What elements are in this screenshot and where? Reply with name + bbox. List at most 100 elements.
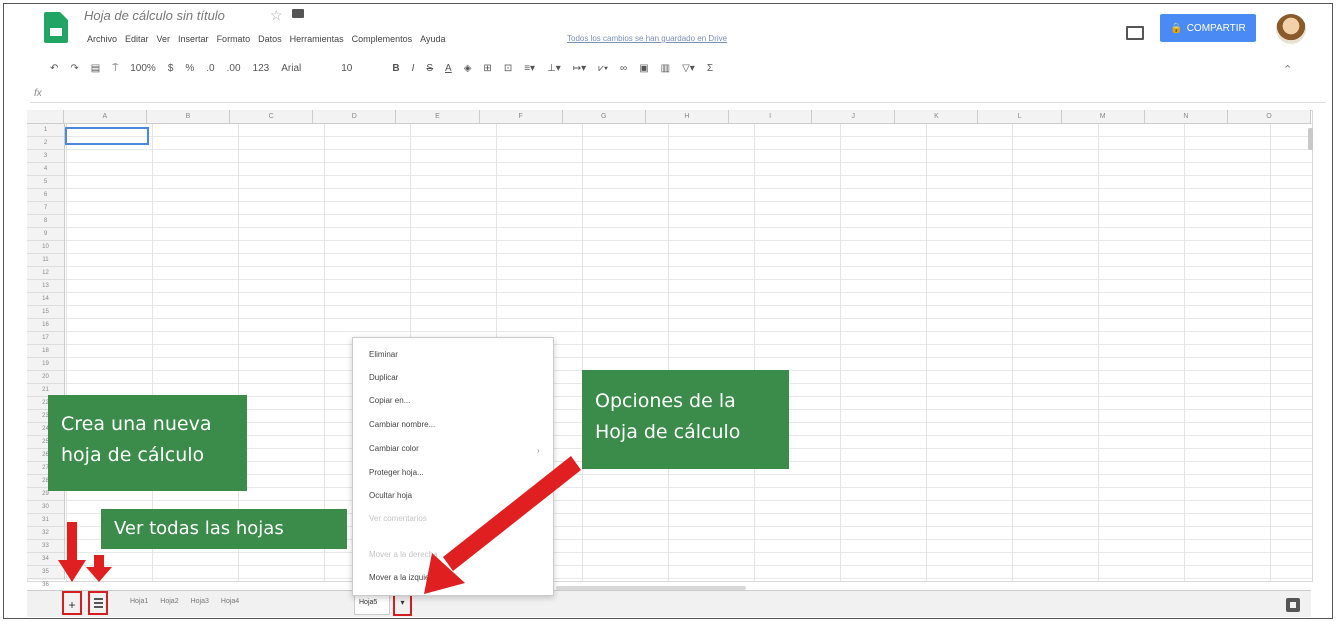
column-header-cell[interactable]: N [1145, 110, 1228, 123]
row-header-cell[interactable]: 31 [27, 514, 64, 527]
menu-item-cambiar-color[interactable]: Cambiar color [369, 444, 419, 453]
merge-cells-icon[interactable]: ⊡ [504, 63, 512, 74]
rotate-icon[interactable]: ⩗▾ [598, 63, 608, 74]
wrap-icon[interactable]: ↦▾ [573, 63, 586, 74]
menu-item-cambiar-nombre[interactable]: Cambiar nombre... [369, 420, 435, 429]
select-all-corner[interactable] [27, 110, 64, 123]
strikethrough-button[interactable]: S [426, 63, 433, 74]
column-header-cell[interactable]: M [1062, 110, 1145, 123]
comments-icon[interactable] [1126, 26, 1144, 40]
column-header-cell[interactable]: C [230, 110, 314, 123]
add-sheet-button[interactable]: + [62, 591, 82, 615]
row-header-cell[interactable]: 9 [27, 228, 64, 241]
column-header-cell[interactable]: J [812, 110, 896, 123]
menu-editar[interactable]: Editar [125, 34, 149, 44]
menu-item-ocultar-hoja[interactable]: Ocultar hoja [369, 491, 412, 500]
row-header-cell[interactable]: 8 [27, 215, 64, 228]
percent-format-button[interactable]: % [185, 63, 194, 74]
document-title[interactable]: Hoja de cálculo sin título [84, 8, 225, 23]
sheet-tab[interactable]: Hoja1 [128, 598, 150, 605]
menu-herramientas[interactable]: Herramientas [290, 34, 344, 44]
row-header-cell[interactable]: 12 [27, 267, 64, 280]
row-header-cell[interactable]: 16 [27, 319, 64, 332]
row-header-cell[interactable]: 30 [27, 501, 64, 514]
column-header-cell[interactable]: E [396, 110, 480, 123]
currency-format-button[interactable]: $ [168, 63, 174, 74]
explore-icon[interactable] [1286, 598, 1300, 612]
row-header-cell[interactable]: 17 [27, 332, 64, 345]
menu-item-copiar-en[interactable]: Copiar en... [369, 396, 410, 405]
chart-icon[interactable]: ▥ [661, 63, 670, 74]
comment-icon[interactable]: ▣ [639, 63, 648, 74]
menu-item-mover-izquierda[interactable]: Mover a la izquierda [369, 573, 441, 582]
row-header-cell[interactable]: 32 [27, 527, 64, 540]
number-format-select[interactable]: 123 [253, 63, 270, 74]
column-header-cell[interactable]: H [646, 110, 730, 123]
font-size-select[interactable]: 10 [341, 63, 352, 74]
row-header-cell[interactable]: 35 [27, 566, 64, 579]
row-header-cell[interactable]: 18 [27, 345, 64, 358]
share-button[interactable]: 🔒 COMPARTIR [1160, 14, 1256, 42]
font-select[interactable]: Arial [281, 63, 301, 74]
row-header-cell[interactable]: 6 [27, 189, 64, 202]
row-header-cell[interactable]: 13 [27, 280, 64, 293]
bold-button[interactable]: B [392, 63, 399, 74]
row-header-cell[interactable]: 5 [27, 176, 64, 189]
column-header-cell[interactable]: A [64, 110, 147, 123]
link-icon[interactable]: ∞ [620, 63, 627, 74]
filter-icon[interactable]: ▽▾ [682, 63, 695, 74]
menu-datos[interactable]: Datos [258, 34, 282, 44]
column-header-cell[interactable]: G [563, 110, 646, 123]
menu-item-proteger-hoja[interactable]: Proteger hoja... [369, 468, 424, 477]
decrease-decimals-button[interactable]: .0 [206, 63, 214, 74]
borders-icon[interactable]: ⊞ [483, 63, 491, 74]
column-header-cell[interactable]: I [729, 110, 813, 123]
column-header-cell[interactable]: O [1228, 110, 1312, 123]
sheet-tab[interactable]: Hoja4 [219, 598, 241, 605]
selected-cell[interactable] [65, 127, 149, 145]
row-header-cell[interactable]: 15 [27, 306, 64, 319]
halign-icon[interactable]: ≡▾ [524, 63, 535, 74]
column-header-cell[interactable]: F [480, 110, 563, 123]
row-header-cell[interactable]: 33 [27, 540, 64, 553]
column-header-cell[interactable]: K [895, 110, 979, 123]
row-header-cell[interactable]: 19 [27, 358, 64, 371]
formula-bar[interactable] [30, 102, 1326, 103]
increase-decimals-button[interactable]: .00 [227, 63, 241, 74]
row-header-cell[interactable]: 10 [27, 241, 64, 254]
row-header-cell[interactable]: 4 [27, 163, 64, 176]
row-header-cell[interactable]: 20 [27, 371, 64, 384]
fill-color-icon[interactable]: ◈ [464, 63, 472, 74]
menu-item-duplicar[interactable]: Duplicar [369, 373, 398, 382]
column-header-cell[interactable]: B [147, 110, 231, 123]
valign-icon[interactable]: ⊥▾ [547, 63, 561, 74]
undo-icon[interactable]: ↶ [50, 63, 58, 74]
row-header-cell[interactable]: 1 [27, 124, 64, 137]
functions-icon[interactable]: Σ [707, 63, 713, 74]
sheet-tab[interactable]: Hoja2 [158, 598, 180, 605]
text-color-button[interactable]: A [445, 63, 452, 74]
sheet-tab[interactable]: Hoja3 [189, 598, 211, 605]
menu-formato[interactable]: Formato [217, 34, 251, 44]
avatar[interactable] [1276, 14, 1306, 44]
sheets-logo-icon[interactable] [44, 12, 68, 43]
menu-archivo[interactable]: Archivo [87, 34, 117, 44]
row-header-cell[interactable]: 7 [27, 202, 64, 215]
star-icon[interactable]: ☆ [270, 7, 283, 24]
row-header-cell[interactable]: 3 [27, 150, 64, 163]
menu-insertar[interactable]: Insertar [178, 34, 209, 44]
column-header-cell[interactable]: D [313, 110, 397, 123]
italic-button[interactable]: I [412, 63, 415, 74]
menu-ver[interactable]: Ver [157, 34, 171, 44]
column-header-cell[interactable]: L [978, 110, 1062, 123]
folder-icon[interactable] [292, 9, 304, 18]
menu-ayuda[interactable]: Ayuda [420, 34, 445, 44]
row-header-cell[interactable]: 11 [27, 254, 64, 267]
menu-item-eliminar[interactable]: Eliminar [369, 350, 398, 359]
vertical-scrollbar[interactable] [1308, 128, 1313, 150]
collapse-header-icon[interactable]: ⌃ [1283, 63, 1292, 76]
menu-complementos[interactable]: Complementos [352, 34, 413, 44]
print-icon[interactable]: ▤ [91, 63, 100, 74]
all-sheets-button[interactable] [88, 591, 108, 615]
zoom-select[interactable]: 100% [130, 63, 156, 74]
